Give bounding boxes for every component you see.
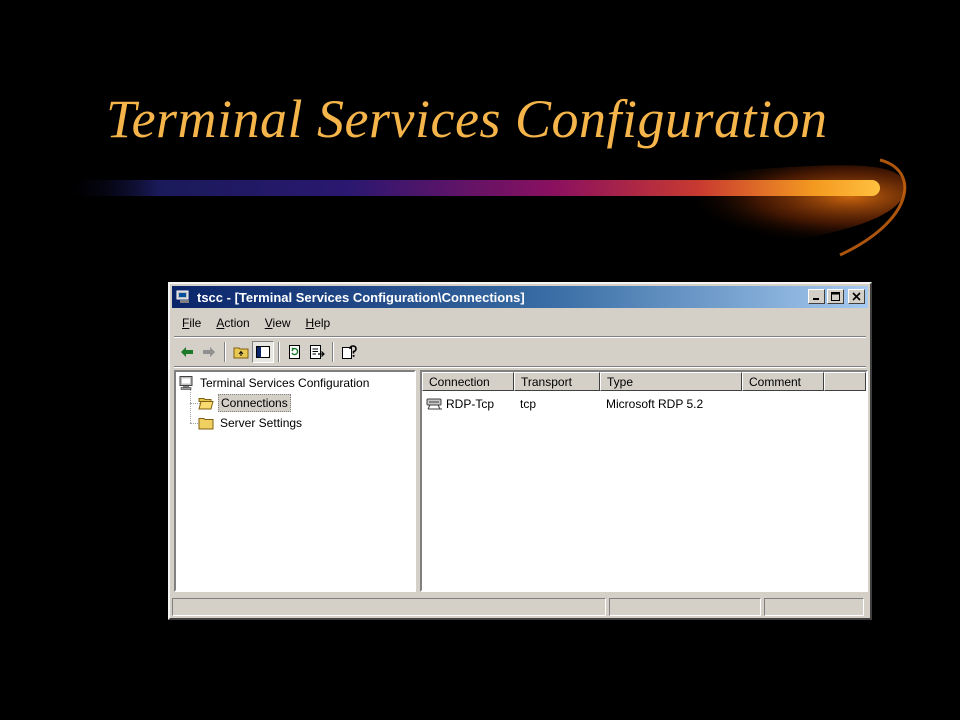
computer-icon xyxy=(179,376,193,390)
column-header-type[interactable]: Type xyxy=(600,372,742,391)
status-panel-main xyxy=(172,598,606,616)
menu-separator xyxy=(174,336,866,338)
tree-item-label: Server Settings xyxy=(220,416,303,430)
show-hide-tree-button[interactable] xyxy=(252,341,274,363)
window-title: tscc - [Terminal Services Configuration\… xyxy=(197,289,525,305)
export-list-icon xyxy=(310,345,325,359)
maximize-button[interactable] xyxy=(827,289,844,304)
cell-transport: tcp xyxy=(520,397,537,411)
open-folder-icon xyxy=(198,398,214,410)
menu-help[interactable]: Help xyxy=(298,314,338,334)
column-header-connection[interactable]: Connection xyxy=(422,372,514,391)
menu-view[interactable]: View xyxy=(257,314,298,334)
close-button[interactable] xyxy=(848,289,865,304)
refresh-icon xyxy=(289,345,300,359)
status-panel-2 xyxy=(609,598,761,616)
toolbar-separator xyxy=(278,342,280,362)
help-icon xyxy=(342,345,357,359)
close-icon xyxy=(852,292,861,301)
status-panel-3 xyxy=(764,598,864,616)
app-icon xyxy=(176,290,189,303)
refresh-button[interactable] xyxy=(284,341,306,363)
tree-item-label: Connections xyxy=(218,394,291,412)
cell-type: Microsoft RDP 5.2 xyxy=(606,397,704,411)
tree-root-label: Terminal Services Configuration xyxy=(200,376,370,390)
details-list: Connection Transport Type Comment RDP-Tc… xyxy=(420,370,868,592)
console-tree: Terminal Services Configuration Connecti… xyxy=(174,370,416,592)
folder-icon xyxy=(198,418,214,430)
show-hide-tree-icon xyxy=(256,346,270,358)
menu-action[interactable]: Action xyxy=(208,314,256,334)
window-titlebar[interactable]: tscc - [Terminal Services Configuration\… xyxy=(172,286,868,308)
column-header-transport[interactable]: Transport xyxy=(514,372,600,391)
toolbar-separator xyxy=(332,342,334,362)
up-one-level-button[interactable] xyxy=(230,341,252,363)
list-header: Connection Transport Type Comment xyxy=(422,372,866,391)
cell-connection: RDP-Tcp xyxy=(422,397,514,411)
forward-arrow-icon xyxy=(203,347,215,357)
table-row[interactable]: RDP-Tcp tcp Microsoft RDP 5.2 xyxy=(422,395,824,413)
help-button[interactable] xyxy=(338,341,360,363)
maximize-icon xyxy=(831,292,840,301)
tree-item-connections[interactable]: Connections xyxy=(198,394,291,412)
tscc-window: tscc - [Terminal Services Configuration\… xyxy=(168,282,872,620)
back-arrow-icon xyxy=(181,347,193,357)
toolbar-separator-line xyxy=(174,366,866,368)
menu-file[interactable]: File xyxy=(174,314,208,334)
tree-item-server-settings[interactable]: Server Settings xyxy=(198,414,304,432)
export-list-button[interactable] xyxy=(306,341,328,363)
network-connection-icon xyxy=(426,398,442,410)
status-bar xyxy=(172,598,868,618)
toolbar-separator xyxy=(224,342,226,362)
decorative-swoosh xyxy=(60,158,907,257)
column-header-comment[interactable]: Comment xyxy=(742,372,824,391)
column-header-filler xyxy=(824,372,866,391)
toolbar xyxy=(176,340,360,364)
back-button[interactable] xyxy=(176,341,198,363)
minimize-button[interactable] xyxy=(808,289,825,304)
up-folder-icon xyxy=(233,347,249,359)
tree-root[interactable]: Terminal Services Configuration xyxy=(178,374,371,392)
menu-bar: File Action View Help xyxy=(174,314,337,334)
minimize-icon xyxy=(813,298,819,300)
forward-button[interactable] xyxy=(198,341,220,363)
